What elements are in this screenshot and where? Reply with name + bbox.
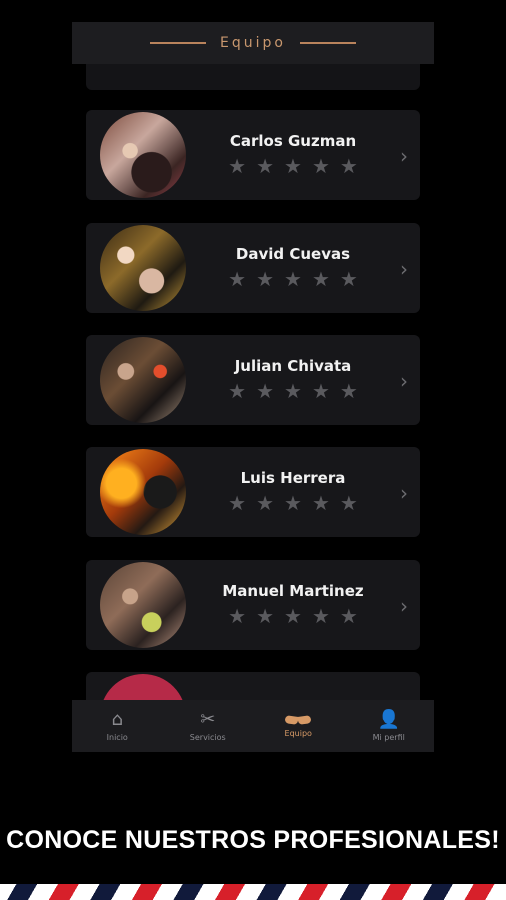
avatar [100, 112, 186, 198]
avatar [100, 225, 186, 311]
member-name: Manuel Martinez [222, 582, 364, 600]
mustache-icon [285, 714, 311, 726]
team-member-card[interactable]: Manuel Martinez ★★★★★ › [86, 560, 420, 650]
member-name: Carlos Guzman [229, 132, 357, 150]
page-title: Equipo [220, 35, 286, 51]
team-member-card[interactable]: Luis Herrera ★★★★★ › [86, 447, 420, 537]
nav-item-equipo[interactable]: Equipo [253, 700, 344, 752]
member-name: Julian Chivata [234, 357, 352, 375]
nav-item-mi-perfil[interactable]: 👤 Mi perfil [344, 700, 435, 752]
nav-item-inicio[interactable]: ⌂ Inicio [72, 700, 163, 752]
bottom-navigation: ⌂ Inicio ✂ Servicios Equipo 👤 Mi perfil [72, 700, 434, 752]
chevron-right-icon: › [400, 369, 408, 393]
scissors-icon: ✂ [200, 709, 216, 730]
rating-stars: ★★★★★ [228, 604, 368, 628]
team-member-card[interactable]: David Cuevas ★★★★★ › [86, 223, 420, 313]
nav-label: Equipo [284, 729, 312, 738]
member-name: Luis Herrera [240, 469, 346, 487]
nav-label: Mi perfil [372, 733, 405, 742]
home-icon: ⌂ [111, 709, 123, 730]
promo-headline: CONOCE NUESTROS PROFESIONALES! [6, 826, 500, 854]
header-divider-right [299, 42, 356, 44]
user-icon: 👤 [377, 709, 400, 730]
team-member-card[interactable]: Julian Chivata ★★★★★ › [86, 335, 420, 425]
nav-item-servicios[interactable]: ✂ Servicios [163, 700, 254, 752]
nav-label: Inicio [106, 733, 128, 742]
rating-stars: ★★★★★ [228, 267, 368, 291]
chevron-right-icon: › [400, 257, 408, 281]
chevron-right-icon: › [400, 594, 408, 618]
rating-stars: ★★★★★ [228, 491, 368, 515]
nav-label: Servicios [189, 733, 226, 742]
barber-pole-stripes [0, 884, 506, 900]
member-name: David Cuevas [235, 245, 351, 263]
header-divider-left [150, 42, 207, 44]
rating-stars: ★★★★★ [228, 379, 368, 403]
chevron-right-icon: › [400, 144, 408, 168]
app-screen: Equipo Carlos Guzman ★★★★★ › David Cueva… [72, 22, 434, 752]
avatar [100, 337, 186, 423]
rating-stars: ★★★★★ [228, 154, 368, 178]
avatar [100, 449, 186, 535]
avatar [100, 562, 186, 648]
page-header: Equipo [72, 22, 434, 64]
team-member-card[interactable]: Carlos Guzman ★★★★★ › [86, 110, 420, 200]
chevron-right-icon: › [400, 481, 408, 505]
